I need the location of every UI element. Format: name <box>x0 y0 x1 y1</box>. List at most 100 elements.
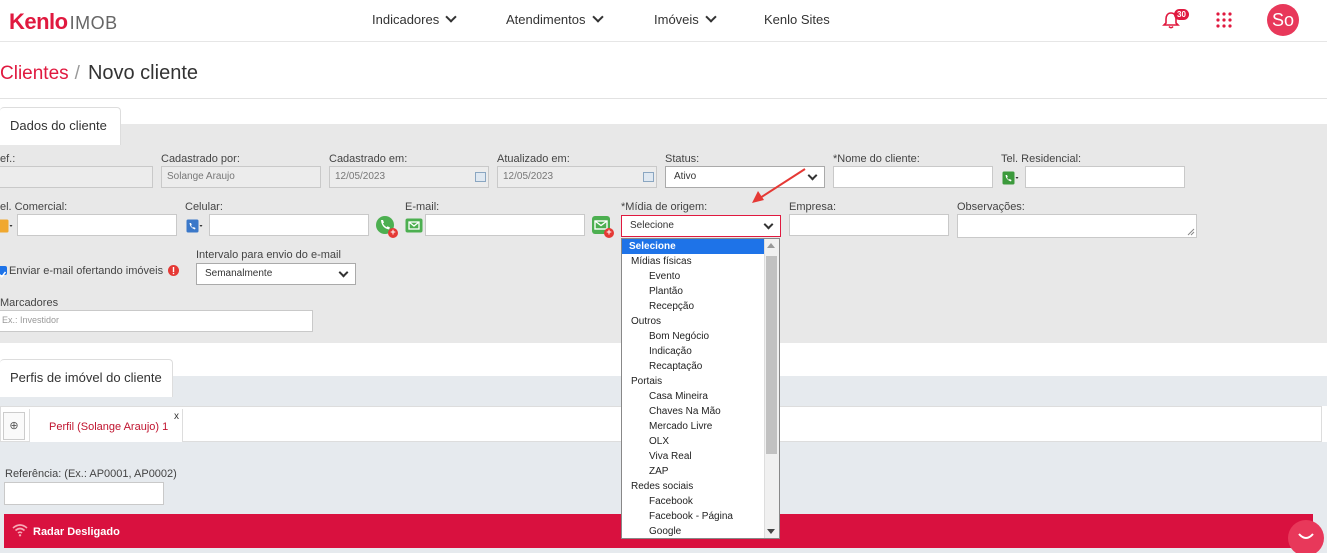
midia-origem-dropdown-list[interactable]: Selecione Mídias físicas Evento Plantão Rec… <box>621 238 780 539</box>
tab-perfis-imovel[interactable]: Perfis de imóvel do cliente <box>0 359 173 397</box>
enviar-email-checkbox[interactable] <box>0 266 7 278</box>
nav-kenlo-sites[interactable]: Kenlo Sites <box>764 12 830 27</box>
breadcrumb-clientes[interactable]: Clientes <box>0 63 69 84</box>
dropdown-option[interactable]: Chaves Na Mão <box>622 404 779 419</box>
nome-cliente-input[interactable] <box>833 166 993 188</box>
observacoes-textarea[interactable] <box>957 214 1197 238</box>
tab-dados-cliente[interactable]: Dados do cliente <box>0 107 121 145</box>
ref-input[interactable] <box>0 166 153 188</box>
cadastrado-em-label: Cadastrado em: <box>329 153 408 165</box>
dropdown-group-label: Portais <box>631 376 663 387</box>
breadcrumb: Clientes / Novo cliente <box>0 62 198 85</box>
celular-label: Celular: <box>185 201 223 213</box>
page-title: Novo cliente <box>87 62 198 84</box>
phone-type-icon[interactable] <box>0 219 13 233</box>
atualizado-em-input: 12/05/2023 <box>497 166 657 188</box>
cadastrado-por-label: Cadastrado por: <box>161 153 240 165</box>
add-icon: ⊕ <box>9 420 19 432</box>
tel-comercial-input[interactable] <box>17 214 177 236</box>
dropdown-option[interactable]: Bom Negócio <box>622 329 779 344</box>
cadastrado-por-input: Solange Araujo <box>161 166 321 188</box>
tel-residencial-input[interactable] <box>1025 166 1185 188</box>
nav-label: Kenlo Sites <box>764 12 830 27</box>
dropdown-option[interactable]: Plantão <box>622 284 779 299</box>
nome-cliente-label: *Nome do cliente: <box>833 153 920 165</box>
add-profile-button[interactable]: ⊕ <box>3 412 25 440</box>
divider <box>0 98 1327 99</box>
scroll-down-icon[interactable] <box>767 529 775 534</box>
add-email-icon[interactable]: + <box>592 216 614 238</box>
top-navbar: Kenlo IMOB Indicadores Atendimentos Imóve… <box>0 0 1327 42</box>
dropdown-group-label: Redes sociais <box>631 481 694 492</box>
email-label: E-mail: <box>405 201 440 213</box>
select-value: Semanalmente <box>205 268 273 279</box>
intervalo-label: Intervalo para envio do e-mail <box>196 249 341 261</box>
wifi-icon <box>12 524 28 537</box>
apps-grid-icon[interactable] <box>1216 12 1232 28</box>
email-input[interactable] <box>425 214 585 236</box>
referencia-input[interactable] <box>4 482 164 505</box>
scrollbar-thumb[interactable] <box>766 256 777 454</box>
chevron-down-icon <box>591 11 604 23</box>
tel-comercial-label: el. Comercial: <box>0 201 68 213</box>
dropdown-option-selected[interactable]: Selecione <box>622 239 779 254</box>
referencia-label: Referência: (Ex.: AP0001, AP0002) <box>5 468 177 480</box>
chevron-down-icon <box>763 219 774 230</box>
add-phone-icon[interactable]: + <box>376 216 398 238</box>
phone-type-icon[interactable] <box>1002 171 1019 185</box>
alert-icon[interactable] <box>168 265 179 276</box>
dropdown-option[interactable]: Mercado Livre <box>622 419 779 434</box>
dropdown-option[interactable]: Casa Mineira <box>622 389 779 404</box>
close-icon[interactable]: x <box>174 411 179 422</box>
notification-badge: 30 <box>1174 9 1189 20</box>
nav-atendimentos[interactable]: Atendimentos <box>506 11 604 27</box>
dropdown-option[interactable]: Facebook <box>622 494 779 509</box>
marcadores-input[interactable]: Ex.: Investidor <box>0 310 313 332</box>
nav-indicadores[interactable]: Indicadores <box>372 11 457 27</box>
chevron-down-icon <box>338 267 349 278</box>
chat-icon <box>1298 533 1314 539</box>
chat-fab-button[interactable] <box>1288 520 1324 553</box>
nav-label: Indicadores <box>372 12 440 27</box>
dropdown-option[interactable]: Evento <box>622 269 779 284</box>
dropdown-option[interactable]: ZAP <box>622 464 779 479</box>
nav-imoveis[interactable]: Imóveis <box>654 11 717 27</box>
dropdown-option[interactable]: Recaptação <box>622 359 779 374</box>
tel-residencial-label: Tel. Residencial: <box>1001 153 1082 165</box>
breadcrumb-separator: / <box>74 63 80 84</box>
midia-origem-select[interactable]: Selecione <box>621 215 781 237</box>
select-value: Selecione <box>630 220 674 231</box>
dropdown-option[interactable]: Viva Real <box>622 449 779 464</box>
atualizado-em-label: Atualizado em: <box>497 153 570 165</box>
phone-type-icon[interactable] <box>186 219 203 233</box>
intervalo-select[interactable]: Semanalmente <box>196 263 356 285</box>
profile-tab[interactable]: Perfil (Solange Araujo) 1 x <box>29 409 183 443</box>
nav-label: Imóveis <box>654 12 699 27</box>
celular-input[interactable] <box>209 214 369 236</box>
field-value: 12/05/2023 <box>335 171 386 182</box>
plus-icon: + <box>388 228 398 238</box>
scroll-up-icon[interactable] <box>767 243 775 248</box>
dropdown-option[interactable]: Recepção <box>622 299 779 314</box>
email-type-icon[interactable] <box>405 218 423 233</box>
field-value: Solange Araujo <box>167 171 235 182</box>
dropdown-option[interactable]: Facebook - Página <box>622 509 779 524</box>
empresa-input[interactable] <box>789 214 949 236</box>
calendar-icon[interactable] <box>475 172 486 182</box>
nav-label: Atendimentos <box>506 12 586 27</box>
dropdown-option[interactable]: OLX <box>622 434 779 449</box>
ref-label: ef.: <box>0 153 16 165</box>
midia-origem-label: *Mídia de origem: <box>621 201 708 213</box>
dropdown-option[interactable]: Google <box>622 524 779 538</box>
resize-handle-icon[interactable] <box>1186 227 1195 236</box>
dropdown-option[interactable]: Indicação <box>622 344 779 359</box>
user-avatar[interactable]: So <box>1267 4 1299 36</box>
calendar-icon[interactable] <box>643 172 654 182</box>
profile-tab-label: Perfil (Solange Araujo) 1 <box>49 421 169 433</box>
tab-label: Perfis de imóvel do cliente <box>10 370 162 385</box>
dropdown-group-label: Mídias físicas <box>631 256 692 267</box>
kenlo-logo[interactable]: Kenlo IMOB <box>9 9 118 35</box>
chevron-down-icon <box>445 11 457 23</box>
radar-label: Radar Desligado <box>33 526 120 538</box>
dropdown-scrollbar[interactable] <box>764 239 779 538</box>
